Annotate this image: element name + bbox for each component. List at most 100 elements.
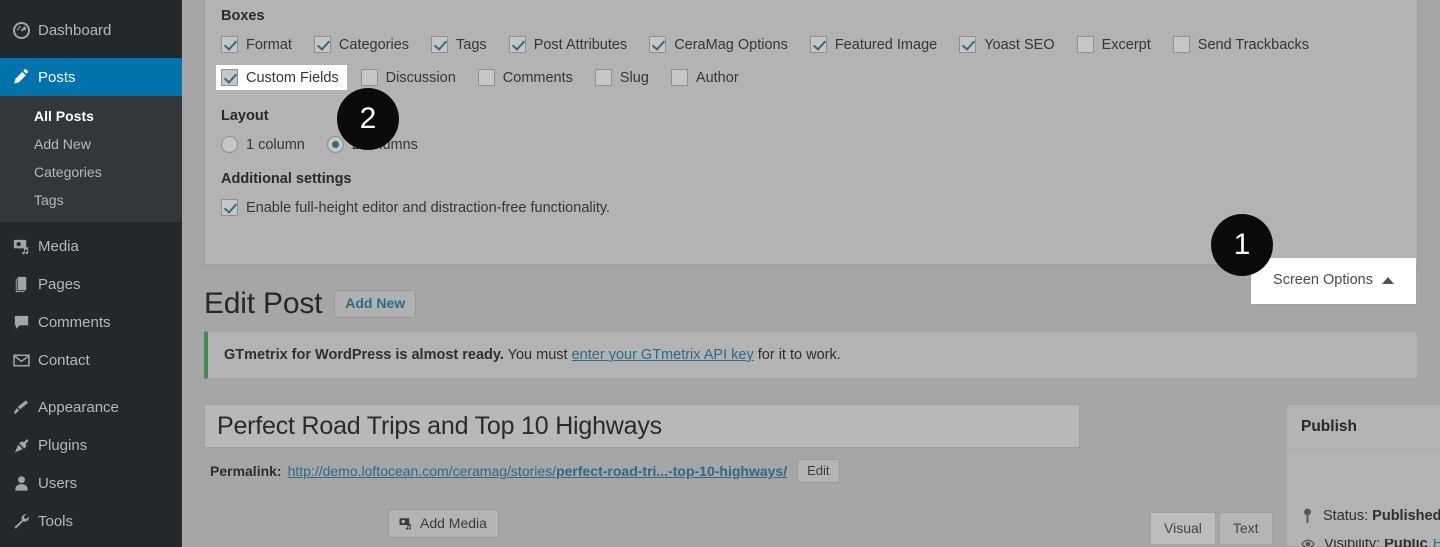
layout-row: 1 column 2 columns [221, 136, 1401, 163]
sidebar-item-tools[interactable]: Tools [0, 502, 182, 540]
checkbox-icon[interactable] [670, 69, 688, 86]
annotation-badge-1: 1 [1211, 214, 1273, 276]
radio-icon[interactable] [221, 136, 238, 153]
tab-visual[interactable]: Visual [1150, 512, 1216, 544]
checkbox-discussion[interactable]: Discussion [360, 69, 456, 86]
sidebar-item-dashboard[interactable]: Dashboard [0, 11, 182, 49]
post-title-input[interactable]: Perfect Road Trips and Top 10 Highways [204, 404, 1080, 448]
publish-panel-header: Publish [1287, 405, 1440, 450]
sidebar-item-label: Pages [38, 275, 81, 293]
checkbox-icon[interactable] [649, 36, 667, 53]
add-media-button[interactable]: Add Media [388, 509, 499, 538]
visibility-edit-link[interactable]: Edit [1433, 539, 1440, 547]
sidebar-item-all-posts[interactable]: All Posts [0, 102, 182, 130]
sidebar-item-appearance[interactable]: Appearance [0, 388, 182, 426]
checkbox-format[interactable]: Format [221, 36, 292, 53]
sidebar-item-tags[interactable]: Tags [0, 186, 182, 214]
sidebar-item-categories[interactable]: Categories [0, 158, 182, 186]
api-key-link[interactable]: enter your GTmetrix API key [572, 347, 754, 363]
checkbox-icon[interactable] [431, 36, 449, 53]
checkbox-icon[interactable] [594, 69, 612, 86]
comments-icon [12, 312, 38, 332]
checkbox-icon[interactable] [809, 36, 827, 53]
checkbox-categories[interactable]: Categories [313, 36, 409, 53]
post-title-value: Perfect Road Trips and Top 10 Highways [217, 411, 662, 440]
sidebar-item-contact[interactable]: Contact [0, 341, 182, 379]
sidebar-item-plugins[interactable]: Plugins [0, 426, 182, 464]
checkbox-icon[interactable] [221, 36, 238, 53]
permalink-label: Permalink: [210, 463, 282, 479]
publish-panel: Publish Preview Changes Status: Publishe… [1286, 404, 1440, 547]
publish-status-row: Status: Published Edit [1301, 508, 1440, 524]
checkbox-icon[interactable] [477, 69, 495, 86]
checkbox-label: Enable full-height editor and distractio… [246, 199, 611, 216]
checkbox-full-height-editor[interactable]: Enable full-height editor and distractio… [221, 199, 610, 216]
checkbox-icon[interactable] [313, 36, 331, 53]
checkbox-label: Yoast SEO [984, 36, 1055, 53]
checkbox-label: CeraMag Options [674, 36, 788, 53]
checkbox-tags[interactable]: Tags [431, 36, 487, 53]
checkbox-ceramag-options[interactable]: CeraMag Options [649, 36, 788, 53]
checkbox-yoast-seo[interactable]: Yoast SEO [959, 36, 1055, 53]
sidebar-item-label: Contact [38, 351, 90, 369]
admin-main-content: Boxes Format Categories Tags Post Attrib… [182, 0, 1440, 547]
annotation-badge-number: 2 [359, 102, 377, 135]
sidebar-item-label: Users [38, 474, 78, 492]
boxes-row-2: Custom Fields Discussion Comments Slug A… [216, 65, 1401, 100]
sidebar-item-posts[interactable]: Posts [0, 58, 190, 96]
sidebar-item-label: Appearance [38, 398, 119, 416]
checkbox-slug[interactable]: Slug [594, 69, 649, 86]
checkbox-icon[interactable] [1076, 36, 1094, 53]
checkbox-send-trackbacks[interactable]: Send Trackbacks [1172, 36, 1310, 53]
checkbox-featured-image[interactable]: Featured Image [809, 36, 937, 53]
permalink-edit-button[interactable]: Edit [797, 459, 840, 483]
checkbox-label: Excerpt [1101, 36, 1151, 53]
checkbox-icon[interactable] [221, 199, 238, 216]
page-title: Edit Post [204, 287, 323, 320]
sidebar-item-comments[interactable]: Comments [0, 303, 182, 341]
checkbox-custom-fields[interactable]: Custom Fields [216, 65, 347, 90]
sidebar-item-label: Dashboard [38, 21, 112, 39]
status-label: Status: [1323, 508, 1369, 524]
user-icon [12, 473, 38, 493]
sidebar-item-media[interactable]: Media [0, 227, 182, 265]
sidebar-item-pages[interactable]: Pages [0, 265, 182, 303]
checkbox-icon[interactable] [959, 36, 977, 53]
checkbox-comments[interactable]: Comments [477, 69, 573, 86]
permalink-link[interactable]: http://demo.loftocean.com/ceramag/storie… [288, 463, 788, 479]
additional-settings-legend: Additional settings [221, 171, 352, 187]
checkbox-icon[interactable] [360, 69, 378, 86]
editor-tabs: Visual Text [1150, 512, 1273, 544]
checkbox-icon[interactable] [1172, 36, 1190, 53]
radio-one-column[interactable]: 1 column [221, 136, 305, 153]
checkbox-author[interactable]: Author [670, 69, 739, 86]
notice-text: GTmetrix for WordPress is almost ready. … [224, 347, 841, 363]
wrench-icon [12, 511, 38, 531]
notice-text-before: You must [503, 347, 572, 363]
boxes-legend: Boxes [221, 8, 265, 24]
boxes-row-1: Format Categories Tags Post Attributes C… [221, 36, 1401, 63]
posts-submenu: All Posts Add New Categories Tags [0, 96, 182, 222]
radio-icon[interactable] [326, 136, 344, 153]
eye-icon [1301, 539, 1315, 547]
screen-options-button[interactable]: Screen Options [1251, 258, 1416, 304]
checkbox-post-attributes[interactable]: Post Attributes [508, 36, 627, 53]
status-value: Published [1372, 508, 1440, 524]
checkbox-label: Discussion [385, 69, 456, 86]
permalink-base: http://demo.loftocean.com/ceramag/storie… [287, 463, 557, 479]
checkbox-icon[interactable] [221, 69, 238, 86]
visibility-value: Public [1384, 539, 1428, 547]
publish-panel-title: Publish [1301, 418, 1357, 435]
pages-icon [12, 274, 38, 294]
sidebar-item-add-new[interactable]: Add New [0, 130, 182, 158]
notice-bold-text: GTmetrix for WordPress is almost ready. [224, 347, 504, 363]
add-new-button[interactable]: Add New [334, 289, 417, 319]
sidebar-item-users[interactable]: Users [0, 464, 182, 502]
checkbox-excerpt[interactable]: Excerpt [1076, 36, 1151, 53]
sidebar-item-label: Posts [38, 68, 76, 86]
visibility-label: Visibility: [1324, 539, 1381, 547]
sidebar-item-label: Tools [38, 512, 74, 530]
checkbox-label: Send Trackbacks [1197, 36, 1310, 53]
tab-text[interactable]: Text [1218, 512, 1273, 544]
checkbox-icon[interactable] [508, 36, 526, 53]
